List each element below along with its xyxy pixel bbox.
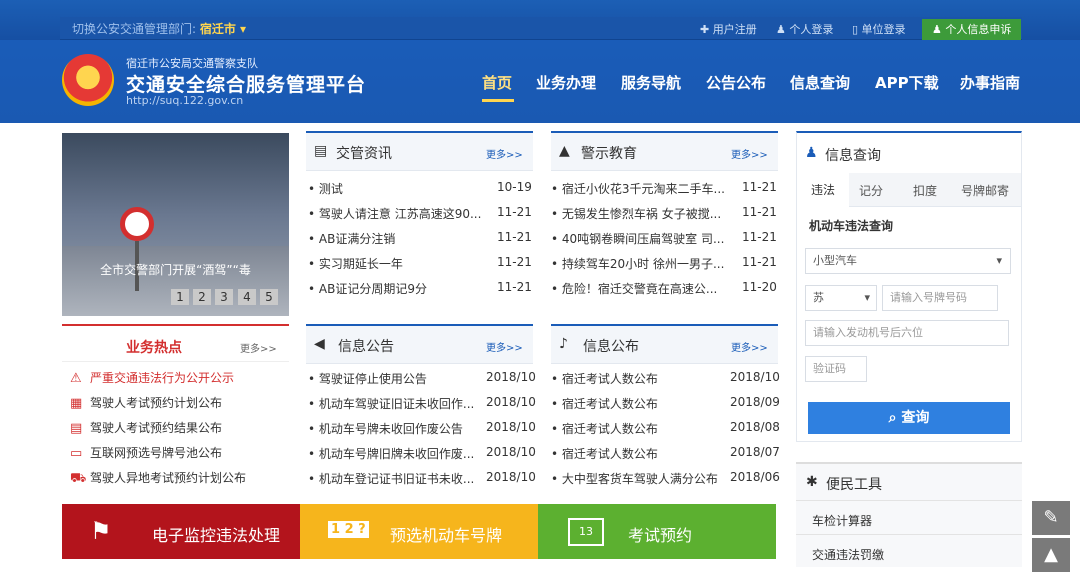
asterisk-icon: ✱ [806,474,818,490]
notice-title: 信息公告 [338,339,394,355]
site-title: 交通安全综合服务管理平台 [126,74,367,96]
query-subtitle: 机动车违法查询 [809,219,894,233]
car-icon: ⛟ [70,471,87,486]
list-item[interactable]: • 驾驶证停止使用公告 2018/10 [308,370,536,387]
police-emblem-icon [62,54,114,106]
nav-app[interactable]: APP下载 [875,72,939,93]
no-drink-drive-sign-icon [120,207,154,241]
register-link[interactable]: ✚ 用户注册 [700,19,757,40]
tools-panel: ✱ 便民工具 车检计算器 交通违法罚缴 [796,462,1022,567]
carousel-page-2[interactable]: 2 [193,289,211,305]
tab-violation[interactable]: 违法 [797,173,849,208]
nav-home[interactable]: 首页 [482,72,512,93]
nav-announce[interactable]: 公告公布 [706,72,766,93]
preselect-plate-button[interactable]: 1 2 ? 预选机动车号牌 [300,504,538,559]
list-item[interactable]: • 宿迁考试人数公布 2018/07 [551,445,780,462]
nav-guide[interactable]: 办事指南 [960,72,1020,93]
list-item[interactable]: • 机动车号牌未收回作废公告 2018/10 [308,420,536,437]
hot-item[interactable]: ⚠ 严重交通违法行为公开公示 [70,369,234,386]
nav-business[interactable]: 业务办理 [536,72,596,93]
list-item[interactable]: • 宿迁小伙花3千元淘来二手车... 11-21 [551,180,777,197]
plate-number-icon: 1 2 ? [328,521,369,538]
list-item[interactable]: • 危险！宿迁交警竟在高速公... 11-20 [551,280,777,297]
hot-title: 业务热点 [126,340,182,356]
search-icon: ⌕ [888,410,902,426]
e-monitor-violation-button[interactable]: ⚑ 电子监控违法处理 [62,504,300,559]
list-item[interactable]: • 持续驾车20小时 徐州一男子... 11-21 [551,255,777,272]
hot-item[interactable]: ▭ 互联网预选号牌号池公布 [70,444,222,461]
hot-more-link[interactable]: 更多>> [240,340,277,355]
captcha-input[interactable]: 验证码 [805,356,867,382]
list-item[interactable]: • 机动车号牌旧牌未收回作废... 2018/10 [308,445,536,462]
nav-active-indicator [482,99,514,102]
exam-appointment-button[interactable]: 13 考试预约 [538,504,776,559]
tab-points[interactable]: 记分 [859,182,883,199]
carousel-caption: 全市交警部门开展“酒驾”“毒 [100,263,251,277]
hot-item[interactable]: ▦ 驾驶人考试预约计划公布 [70,394,222,411]
chevron-down-icon: ▾ [996,254,1002,267]
list-item[interactable]: • 大中型客货车驾驶人满分公布 2018/06 [551,470,780,487]
tab-deduction[interactable]: 扣度 [913,182,937,199]
notice-more-link[interactable]: 更多>> [486,339,523,354]
site-url: http://suq.122.gov.cn [126,94,244,107]
city-switch[interactable]: 切换公安交通管理部门: 宿迁市 ▾ [72,20,246,38]
list-item[interactable]: • 测试 10-19 [308,180,532,197]
plate-icon: ▭ [70,446,83,461]
carousel-page-3[interactable]: 3 [215,289,233,305]
list-item[interactable]: • 40吨钢卷瞬间压扁驾驶室 司... 11-21 [551,230,777,247]
list-item[interactable]: • 实习期延长一年 11-21 [308,255,532,272]
bell-icon: ♪ [559,336,568,352]
warning-more-link[interactable]: 更多>> [731,146,768,161]
people-icon: ♟ [805,145,818,161]
news-title: 交管资讯 [336,146,392,162]
chevron-down-icon: ▾ [864,291,870,304]
list-item[interactable]: • 宿迁考试人数公布 2018/09 [551,395,780,412]
engine-number-input[interactable]: 请输入发动机号后六位 [805,320,1009,346]
carousel-page-1[interactable]: 1 [171,289,189,305]
tab-plate-mail[interactable]: 号牌邮寄 [961,182,1009,199]
checklist-icon: ▤ [70,421,83,436]
tool-item-fine-payment[interactable]: 交通违法罚缴 [812,546,884,563]
info-complaint-link[interactable]: ♟ 个人信息申诉 [922,19,1022,40]
carousel-page-5[interactable]: 5 [260,289,278,305]
flag-icon: ⚑ [90,517,112,545]
list-item[interactable]: • 驾驶人请注意 江苏高速这90... 11-21 [308,205,532,222]
query-title: 信息查询 [825,148,881,164]
publish-title: 信息公布 [583,339,639,355]
tools-title: 便民工具 [826,477,882,493]
warning-title: 警示教育 [581,146,637,162]
unit-login-link[interactable]: ▯ 单位登录 [852,19,906,40]
list-item[interactable]: • 宿迁考试人数公布 2018/10 [551,370,780,387]
query-button[interactable]: ⌕ 查询 [808,402,1010,434]
personal-login-link[interactable]: ♟ 个人登录 [776,19,833,40]
plate-number-input[interactable]: 请输入号牌号码 [882,285,998,311]
newspaper-icon: ▤ [314,143,328,159]
carousel-page-4[interactable]: 4 [238,289,256,305]
nav-service[interactable]: 服务导航 [621,72,681,93]
vehicle-type-select[interactable]: 小型汽车 ▾ [805,248,1011,274]
list-item[interactable]: • 无锡发生惨烈车祸 女子被搅... 11-21 [551,205,777,222]
org-name: 宿迁市公安局交通警察支队 [126,57,258,70]
calendar-13-icon: 13 [568,518,604,546]
list-item[interactable]: • 宿迁考试人数公布 2018/08 [551,420,780,437]
hot-business-panel: 业务热点 更多>> [62,324,289,362]
warning-triangle-icon: ⚠ [70,371,82,386]
warning-icon: ▲ [559,143,570,159]
edit-icon[interactable]: ✎ [1032,501,1070,535]
city-dropdown[interactable]: 宿迁市 ▾ [200,22,246,36]
list-item[interactable]: • 机动车登记证书旧证书未收... 2018/10 [308,470,536,487]
hot-item[interactable]: ⛟ 驾驶人异地考试预约计划公布 [70,469,246,488]
news-more-link[interactable]: 更多>> [486,146,523,161]
list-item[interactable]: • AB证记分周期记9分 11-21 [308,280,532,297]
province-select[interactable]: 苏 ▾ [805,285,877,311]
list-item[interactable]: • AB证满分注销 11-21 [308,230,532,247]
publish-more-link[interactable]: 更多>> [731,339,768,354]
tool-item-inspection-calc[interactable]: 车检计算器 [812,512,872,529]
nav-info-query[interactable]: 信息查询 [790,72,850,93]
calendar-icon: ▦ [70,396,83,411]
megaphone-icon: ◀ [314,336,325,352]
hot-item[interactable]: ▤ 驾驶人考试预约结果公布 [70,419,222,436]
list-item[interactable]: • 机动车驾驶证旧证未收回作... 2018/10 [308,395,536,412]
